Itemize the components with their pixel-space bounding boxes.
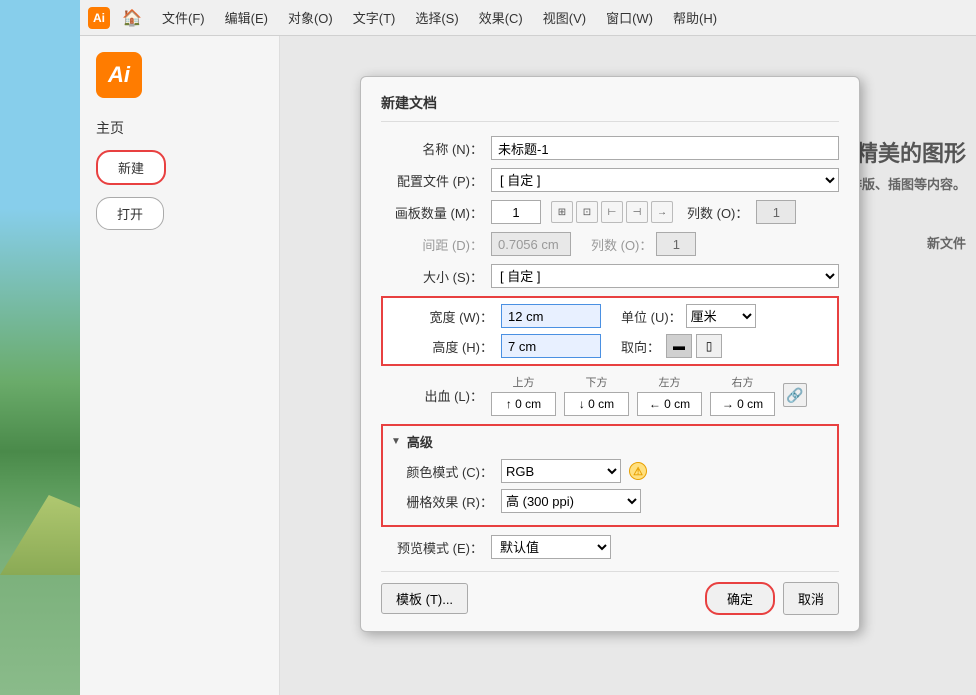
bleed-right-label: 右方 — [732, 374, 754, 390]
orientation-btns: ▬ ▯ — [666, 334, 722, 358]
bleed-left-label: 左方 — [659, 374, 681, 390]
width-row: 宽度 (W)： 单位 (U)： 厘米 毫米 像素 英寸 — [391, 304, 829, 328]
preview-select[interactable]: 默认值 — [491, 535, 611, 559]
height-label: 高度 (H)： — [391, 337, 501, 356]
columns-label: 列数 (O)： — [687, 203, 748, 222]
bleed-section: 出血 (L)： 上方 下方 左方 — [381, 374, 839, 416]
expand-icon: ▼ — [391, 436, 401, 447]
artboard-label: 画板数量 (M)： — [381, 203, 491, 222]
bleed-inputs: 上方 下方 左方 右方 — [491, 374, 839, 416]
advanced-label: 高级 — [407, 432, 433, 451]
width-label: 宽度 (W)： — [391, 307, 501, 326]
artboard-icon4[interactable]: ⊣ — [626, 201, 648, 223]
columns-input[interactable] — [756, 200, 796, 224]
menu-bar: Ai 🏠 文件(F) 编辑(E) 对象(O) 文字(T) 选择(S) 效果(C)… — [80, 0, 976, 36]
name-input[interactable] — [491, 136, 839, 160]
color-mode-row: 颜色模式 (C)： RGB CMYK ⚠ — [391, 459, 829, 483]
bleed-bottom-label: 下方 — [586, 374, 608, 390]
bleed-right-col: 右方 — [710, 374, 775, 416]
name-row: 名称 (N)： — [381, 136, 839, 160]
menu-items: 文件(F) 编辑(E) 对象(O) 文字(T) 选择(S) 效果(C) 视图(V… — [154, 4, 725, 31]
menu-select[interactable]: 选择(S) — [407, 4, 466, 31]
size-row: 大小 (S)： [ 自定 ] — [381, 264, 839, 288]
profile-select[interactable]: [ 自定 ] — [491, 168, 839, 192]
sidebar: Ai 主页 新建 打开 — [80, 36, 280, 695]
profile-row: 配置文件 (P)： [ 自定 ] — [381, 168, 839, 192]
bleed-bottom-input[interactable] — [564, 392, 629, 416]
orientation-label: 取向： — [621, 337, 660, 356]
sidebar-ai-logo: Ai — [96, 52, 142, 98]
preview-row: 预览模式 (E)： 默认值 — [381, 535, 839, 559]
artboard-input[interactable] — [491, 200, 541, 224]
ok-button[interactable]: 确定 — [705, 582, 775, 615]
bleed-bottom-col: 下方 — [564, 374, 629, 416]
landscape-btn[interactable]: ▯ — [696, 334, 722, 358]
artboard-icons: ⊞ ⊡ ⊢ ⊣ → — [551, 201, 673, 223]
raster-label: 栅格效果 (R)： — [391, 492, 501, 511]
dialog-overlay: 新建文档 名称 (N)： 配置文件 (P)： [ 自定 ] — [280, 36, 976, 695]
size-select[interactable]: [ 自定 ] — [491, 264, 839, 288]
bleed-left-col: 左方 — [637, 374, 702, 416]
size-label: 大小 (S)： — [381, 267, 491, 286]
new-document-dialog: 新建文档 名称 (N)： 配置文件 (P)： [ 自定 ] — [360, 76, 860, 632]
bleed-link-btn[interactable]: 🔗 — [783, 383, 807, 407]
sidebar-home-title: 主页 — [96, 118, 263, 138]
artboard-row: 画板数量 (M)： ⊞ ⊡ ⊢ ⊣ → 列数 (O)： — [381, 200, 839, 224]
color-mode-label: 颜色模式 (C)： — [391, 462, 501, 481]
warning-icon: ⚠ — [629, 462, 647, 480]
name-label: 名称 (N)： — [381, 139, 491, 158]
new-button[interactable]: 新建 — [96, 150, 166, 185]
app-logo: Ai — [88, 7, 110, 29]
home-button[interactable]: 🏠 — [118, 4, 146, 32]
preview-label: 预览模式 (E)： — [381, 538, 491, 557]
artboard-icon5[interactable]: → — [651, 201, 673, 223]
footer-right-btns: 确定 取消 — [705, 582, 839, 615]
main-content: Ai 主页 新建 打开 精美的图形 排版、插图等内容。 新文件 新建文档 名称 … — [80, 36, 976, 695]
template-button[interactable]: 模板 (T)... — [381, 583, 468, 614]
dialog-title: 新建文档 — [381, 93, 839, 122]
menu-file[interactable]: 文件(F) — [154, 4, 213, 31]
raster-select[interactable]: 高 (300 ppi) 中 (150 ppi) 低 (72 ppi) — [501, 489, 641, 513]
unit-select[interactable]: 厘米 毫米 像素 英寸 — [686, 304, 756, 328]
height-row: 高度 (H)： 取向： ▬ ▯ — [391, 334, 829, 358]
spacing-label: 间距 (D)： — [381, 235, 491, 254]
unit-label: 单位 (U)： — [621, 307, 682, 326]
columns-label-right: 列数 (O)： — [591, 235, 652, 254]
menu-object[interactable]: 对象(O) — [280, 4, 341, 31]
bleed-top-col: 上方 — [491, 374, 556, 416]
menu-view[interactable]: 视图(V) — [535, 4, 594, 31]
app-window: Ai 🏠 文件(F) 编辑(E) 对象(O) 文字(T) 选择(S) 效果(C)… — [80, 0, 976, 695]
spacing-row: 间距 (D)： 列数 (O)： — [381, 232, 839, 256]
width-input[interactable] — [501, 304, 601, 328]
advanced-header[interactable]: ▼ 高级 — [391, 432, 829, 451]
artboard-icon3[interactable]: ⊢ — [601, 201, 623, 223]
spacing-input[interactable] — [491, 232, 571, 256]
wh-highlight-box: 宽度 (W)： 单位 (U)： 厘米 毫米 像素 英寸 — [381, 296, 839, 366]
height-input[interactable] — [501, 334, 601, 358]
bleed-right-input[interactable] — [710, 392, 775, 416]
color-mode-select[interactable]: RGB CMYK — [501, 459, 621, 483]
menu-text[interactable]: 文字(T) — [345, 4, 404, 31]
artboard-icon2[interactable]: ⊡ — [576, 201, 598, 223]
bleed-label: 出血 (L)： — [381, 386, 491, 405]
open-button[interactable]: 打开 — [96, 197, 164, 230]
columns-input-right[interactable] — [656, 232, 696, 256]
bleed-top-label: 上方 — [513, 374, 535, 390]
bleed-top-input[interactable] — [491, 392, 556, 416]
artboard-icon1[interactable]: ⊞ — [551, 201, 573, 223]
menu-edit[interactable]: 编辑(E) — [217, 4, 276, 31]
portrait-btn[interactable]: ▬ — [666, 334, 692, 358]
right-area: 精美的图形 排版、插图等内容。 新文件 新建文档 名称 (N)： 配置文件 (P… — [280, 36, 976, 695]
menu-window[interactable]: 窗口(W) — [598, 4, 661, 31]
menu-effect[interactable]: 效果(C) — [471, 4, 531, 31]
raster-row: 栅格效果 (R)： 高 (300 ppi) 中 (150 ppi) 低 (72 … — [391, 489, 829, 513]
dialog-footer: 模板 (T)... 确定 取消 — [381, 571, 839, 615]
menu-help[interactable]: 帮助(H) — [665, 4, 725, 31]
profile-label: 配置文件 (P)： — [381, 171, 491, 190]
advanced-section: ▼ 高级 颜色模式 (C)： RGB CMYK ⚠ — [381, 424, 839, 527]
bleed-left-input[interactable] — [637, 392, 702, 416]
cancel-button[interactable]: 取消 — [783, 582, 839, 615]
